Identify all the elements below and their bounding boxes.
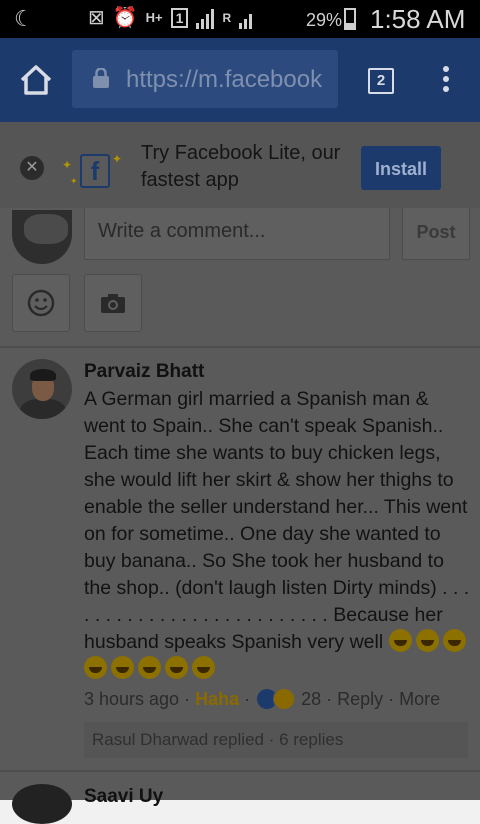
comment-composer: Write a comment... Post <box>0 208 480 348</box>
commenter-name[interactable]: Parvaiz Bhatt <box>84 361 204 383</box>
sparkle-icon: ✦ <box>112 152 123 166</box>
address-bar[interactable]: https://m.facebook <box>72 50 338 108</box>
comment-meta: 3 hours ago · Haha · 28 · Reply · More <box>84 688 440 710</box>
reply-link[interactable]: Reply <box>337 689 383 710</box>
lock-icon <box>93 68 109 88</box>
separator-dot: · <box>388 688 395 709</box>
status-bar: ☾ ⊠ ⏰ H+ 1 R 29% 1:58 AM <box>0 0 480 38</box>
comment-text: A German girl married a Spanish man & we… <box>84 386 474 683</box>
commenter-name[interactable]: Saavi Uy <box>84 786 163 808</box>
overflow-menu-icon[interactable] <box>436 66 456 96</box>
laughing-emoji-icon <box>165 656 188 679</box>
install-button[interactable]: Install <box>361 146 441 190</box>
post-button[interactable]: Post <box>402 208 470 260</box>
haha-reaction-link[interactable]: Haha <box>195 689 239 710</box>
laughing-emoji-icon <box>442 629 466 652</box>
alarm-icon: ⏰ <box>112 7 138 29</box>
tab-switcher-button[interactable]: 2 <box>368 68 394 94</box>
comment-input[interactable]: Write a comment... <box>84 208 390 260</box>
facebook-logo-icon: f <box>80 154 110 188</box>
clock: 1:58 AM <box>370 4 466 34</box>
commenter-avatar[interactable] <box>12 359 72 419</box>
signal-strength-2-icon <box>239 7 253 29</box>
reaction-count[interactable]: 28 <box>301 689 321 710</box>
haha-reaction-icon <box>273 688 296 710</box>
browser-toolbar: https://m.facebook 2 <box>0 38 480 122</box>
camera-icon <box>101 294 125 313</box>
smiley-icon <box>27 289 55 317</box>
signal-strength-icon <box>196 7 215 29</box>
facebook-lite-logo: ✦ ✦ ✦ f <box>62 150 128 190</box>
separator-dot: · <box>184 688 191 709</box>
user-avatar <box>12 210 72 264</box>
more-link[interactable]: More <box>399 689 440 710</box>
sparkle-icon: ✦ <box>62 158 73 172</box>
laughing-emoji-icon <box>138 656 161 679</box>
laughing-emoji-icon <box>415 629 439 652</box>
close-banner-icon[interactable]: ✕ <box>20 156 44 180</box>
do-not-disturb-moon-icon: ☾ <box>14 6 34 31</box>
photo-button[interactable] <box>84 274 142 332</box>
next-comment: Saavi Uy <box>0 772 480 824</box>
sim-1-label: 1 <box>170 7 189 28</box>
url-text: https://m.facebook <box>126 66 323 93</box>
laughing-emoji-icon <box>192 656 215 679</box>
comment-body: A German girl married a Spanish man & we… <box>84 388 470 653</box>
sparkle-icon: ✦ <box>70 176 78 186</box>
comment-time[interactable]: 3 hours ago <box>84 689 179 710</box>
status-icons: ⊠ ⏰ H+ 1 R <box>88 5 253 30</box>
battery-percent: 29% <box>306 10 343 30</box>
laughing-emoji-icon <box>84 656 107 679</box>
commenter-avatar[interactable] <box>12 784 72 824</box>
roaming-label: R <box>222 10 232 25</box>
replies-summary[interactable]: Rasul Dharwad replied · 6 replies <box>84 722 468 758</box>
mute-icon: ⊠ <box>88 7 105 29</box>
battery-icon <box>344 8 356 30</box>
laughing-emoji-icon <box>111 656 134 679</box>
laughing-emoji-icon <box>388 629 412 652</box>
comment-item: Parvaiz Bhatt A German girl married a Sp… <box>0 348 480 770</box>
banner-text: Try Facebook Lite, our fastest app <box>141 142 341 191</box>
emoji-button[interactable] <box>12 274 70 332</box>
home-icon[interactable] <box>18 64 54 96</box>
network-type-label: H+ <box>145 10 163 25</box>
separator-dot: · <box>326 688 333 709</box>
facebook-lite-banner: ✕ ✦ ✦ ✦ f Try Facebook Lite, our fastest… <box>0 122 480 208</box>
separator-dot: · <box>244 688 251 709</box>
